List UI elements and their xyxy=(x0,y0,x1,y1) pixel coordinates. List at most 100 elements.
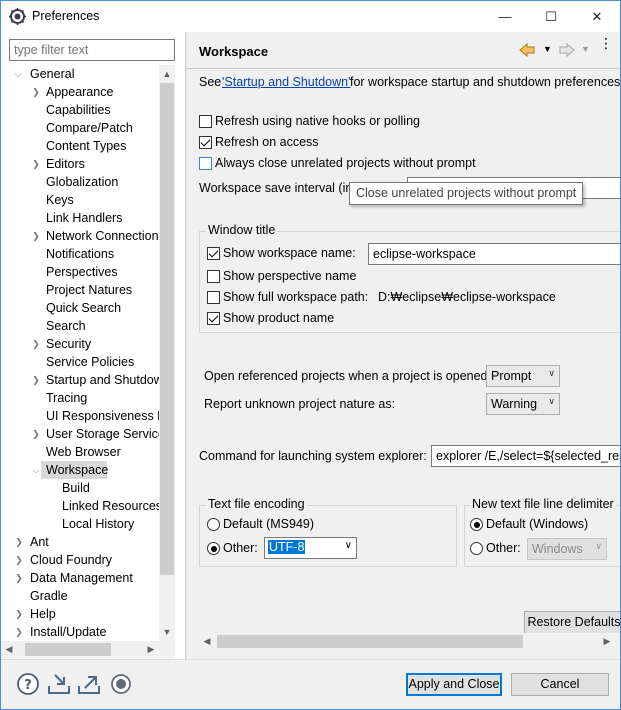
page-title: Workspace xyxy=(199,44,269,59)
preference-page: Workspace ▼ ▼ ⋮ See 'Startup and Shutdow… xyxy=(187,32,620,659)
delimiter-default-radio[interactable] xyxy=(470,518,483,531)
scroll-down-icon[interactable]: ▼ xyxy=(159,623,175,641)
chevron-right-icon[interactable]: ❯ xyxy=(31,83,41,101)
chevron-down-icon: ∨ xyxy=(548,368,555,378)
encoding-default-label: Default (MS949) xyxy=(223,517,315,531)
scroll-left-icon[interactable]: ◀ xyxy=(1,640,17,658)
export-icon[interactable] xyxy=(77,672,101,696)
restore-defaults-button[interactable]: Restore Defaults xyxy=(524,611,620,634)
refresh-native-checkbox[interactable] xyxy=(199,115,212,128)
title-bar: Preferences — ☐ ✕ xyxy=(1,1,620,32)
full-path-value: D:₩eclipse₩eclipse-workspace xyxy=(378,290,556,304)
svg-text:?: ? xyxy=(24,678,32,693)
scroll-corner xyxy=(159,641,175,658)
show-product-label: Show product name xyxy=(223,311,335,325)
window-title-group-label: Window title xyxy=(206,223,278,237)
preference-tree-panel: ⌵ General ❯Appearance Capabilities Compa… xyxy=(1,32,185,659)
report-nature-select[interactable]: Warning ∨ xyxy=(486,393,560,415)
window-title: Preferences xyxy=(32,9,100,23)
scroll-thumb[interactable] xyxy=(25,643,111,656)
report-nature-value: Warning xyxy=(491,397,538,411)
delimiter-other-radio[interactable] xyxy=(470,542,483,555)
text-encoding-group-label: Text file encoding xyxy=(206,497,307,511)
encoding-value: UTF-8 xyxy=(268,540,306,554)
dialog-button-bar: ? Apply and Close Cancel xyxy=(1,659,620,709)
refresh-native-label: Refresh using native hooks or polling xyxy=(215,114,420,128)
chevron-right-icon[interactable]: ❯ xyxy=(31,371,41,389)
show-workspace-name-label: Show workspace name: xyxy=(223,246,356,260)
header-separator xyxy=(187,68,620,69)
preference-tree: ⌵ General ❯ Appearance Capabilities Compa… xyxy=(13,65,159,641)
close-unrelated-checkbox[interactable] xyxy=(199,157,212,170)
chevron-right-icon[interactable]: ❯ xyxy=(31,227,41,245)
delimiter-value: Windows xyxy=(532,542,583,556)
open-referenced-label: Open referenced projects when a project … xyxy=(204,369,491,383)
show-perspective-checkbox[interactable] xyxy=(207,270,220,283)
back-menu-icon[interactable]: ▼ xyxy=(543,44,552,54)
scroll-right-icon[interactable]: ▶ xyxy=(599,632,615,650)
apply-and-close-button[interactable]: Apply and Close xyxy=(406,673,502,696)
show-product-checkbox[interactable] xyxy=(207,312,220,325)
encoding-other-label: Other: xyxy=(223,541,258,555)
filter-input[interactable] xyxy=(9,39,175,61)
delimiter-select[interactable]: Windows ∨ xyxy=(527,538,607,560)
chevron-right-icon[interactable]: ❯ xyxy=(14,605,24,623)
scroll-thumb[interactable] xyxy=(217,635,523,648)
refresh-access-checkbox[interactable] xyxy=(199,136,212,149)
chevron-right-icon[interactable]: ❯ xyxy=(14,623,24,641)
minimize-button[interactable]: — xyxy=(482,1,528,32)
chevron-down-icon[interactable]: ⌵ xyxy=(31,461,41,479)
encoding-other-radio[interactable] xyxy=(207,542,220,555)
encoding-select[interactable]: UTF-8 ∨ xyxy=(264,537,357,559)
chevron-down-icon: ∨ xyxy=(595,541,602,551)
forward-menu-icon[interactable]: ▼ xyxy=(581,44,590,54)
eclipse-app-icon xyxy=(9,8,26,25)
explorer-command-input[interactable]: explorer /E,/select=${selected_resource_… xyxy=(431,445,620,467)
more-options-icon[interactable]: ⋮ xyxy=(599,36,613,50)
close-button[interactable]: ✕ xyxy=(574,1,620,32)
scroll-thumb[interactable] xyxy=(160,83,174,575)
workspace-name-input[interactable]: eclipse-workspace xyxy=(368,243,620,265)
chevron-right-icon[interactable]: ❯ xyxy=(14,551,24,569)
tooltip: Close unrelated projects without prompt xyxy=(349,182,584,205)
maximize-button[interactable]: ☐ xyxy=(528,1,574,32)
encoding-default-radio[interactable] xyxy=(207,518,220,531)
line-delimiter-group-label: New text file line delimiter xyxy=(470,497,616,511)
scroll-left-icon[interactable]: ◀ xyxy=(199,632,215,650)
cancel-button[interactable]: Cancel xyxy=(511,673,609,696)
page-horizontal-scrollbar[interactable]: ◀ ▶ xyxy=(187,633,620,650)
open-referenced-value: Prompt xyxy=(491,369,532,383)
help-icon[interactable]: ? xyxy=(16,672,40,696)
preferences-window: Preferences — ☐ ✕ ⌵ General ❯Appearance … xyxy=(0,0,621,710)
forward-arrow-icon[interactable] xyxy=(559,43,575,57)
show-workspace-name-checkbox[interactable] xyxy=(207,247,220,260)
show-full-path-checkbox[interactable] xyxy=(207,291,220,304)
intro-rest: for workspace startup and shutdown prefe… xyxy=(350,75,620,89)
save-interval-label: Workspace save interval (in xyxy=(199,181,353,195)
delimiter-other-label: Other: xyxy=(486,541,521,555)
scroll-right-icon[interactable]: ▶ xyxy=(143,640,159,658)
chevron-right-icon[interactable]: ❯ xyxy=(14,569,24,587)
close-unrelated-label: Always close unrelated projects without … xyxy=(215,156,476,170)
chevron-right-icon[interactable]: ❯ xyxy=(31,155,41,173)
chevron-right-icon[interactable]: ❯ xyxy=(14,533,24,551)
refresh-access-label: Refresh on access xyxy=(215,135,319,149)
import-icon[interactable] xyxy=(47,672,71,696)
show-perspective-label: Show perspective name xyxy=(223,269,357,283)
tree-vertical-scrollbar[interactable]: ▲ ▼ xyxy=(159,65,175,641)
report-nature-label: Report unknown project nature as: xyxy=(204,397,396,411)
explorer-command-label: Command for launching system explorer: xyxy=(199,449,427,463)
back-arrow-icon[interactable] xyxy=(519,43,535,57)
tree-horizontal-scrollbar[interactable]: ◀ ▶ xyxy=(1,641,159,658)
startup-shutdown-link[interactable]: 'Startup and Shutdown' xyxy=(222,75,350,89)
record-icon[interactable] xyxy=(109,672,133,696)
chevron-down-icon: ∨ xyxy=(548,396,555,406)
chevron-down-icon: ∨ xyxy=(344,540,352,551)
show-full-path-label: Show full workspace path: xyxy=(223,290,369,304)
chevron-right-icon[interactable]: ❯ xyxy=(31,335,41,353)
open-referenced-select[interactable]: Prompt ∨ xyxy=(486,365,560,387)
chevron-down-icon[interactable]: ⌵ xyxy=(13,65,23,83)
scroll-up-icon[interactable]: ▲ xyxy=(159,65,175,83)
delimiter-default-label: Default (Windows) xyxy=(486,517,589,531)
chevron-right-icon[interactable]: ❯ xyxy=(31,425,41,443)
